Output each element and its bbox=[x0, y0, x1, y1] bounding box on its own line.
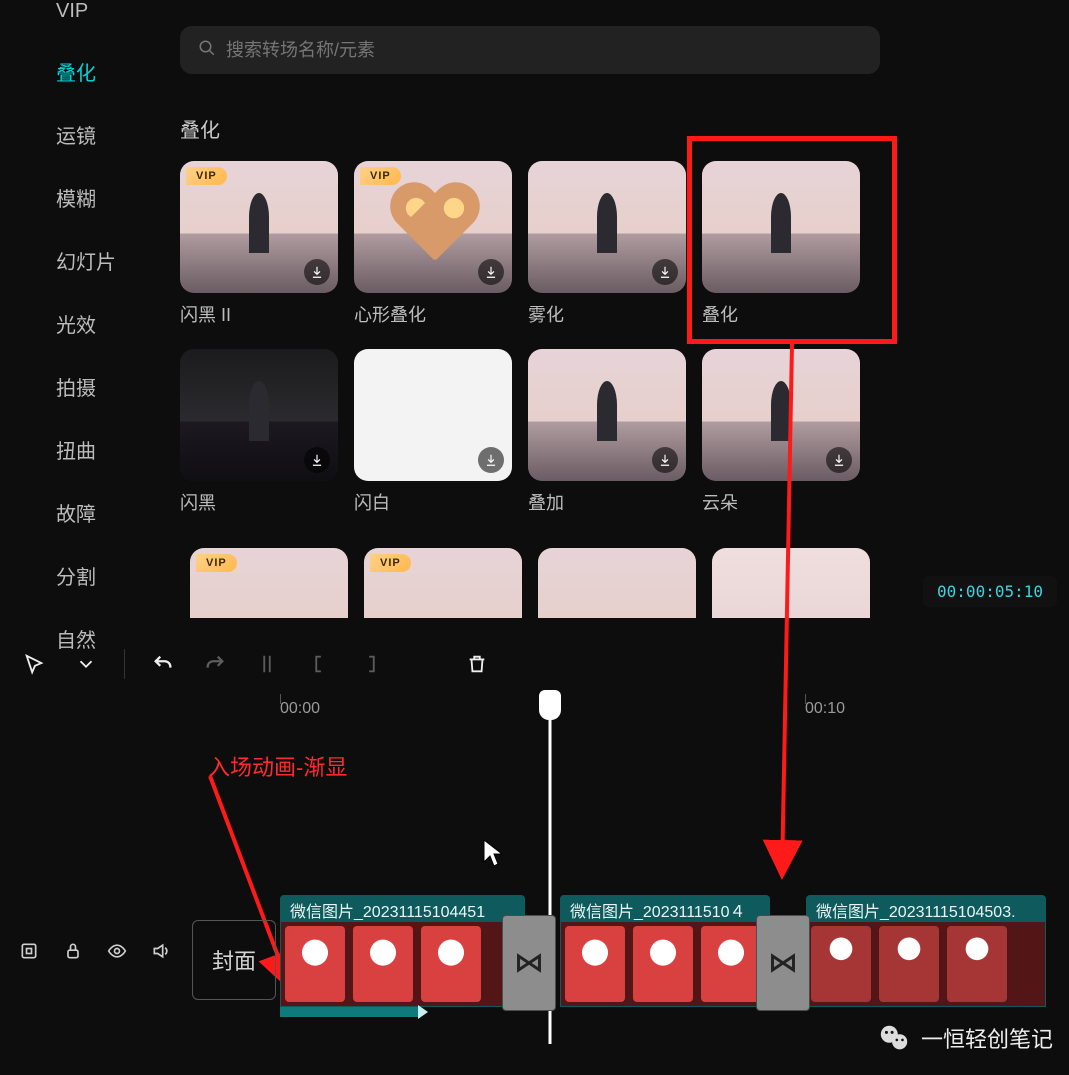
redo-icon[interactable] bbox=[201, 650, 229, 678]
clip-name: 微信图片_2023111510４ bbox=[560, 895, 770, 921]
category-sidebar: VIP 叠化 运镜 模糊 幻灯片 光效 拍摄 扭曲 故障 分割 自然 bbox=[0, 0, 160, 616]
vip-badge: VIP bbox=[186, 167, 227, 185]
transition-tile[interactable]: 叠加 bbox=[528, 349, 686, 515]
transition-tile[interactable]: 闪白 bbox=[354, 349, 512, 515]
eye-icon[interactable] bbox=[104, 938, 130, 964]
vip-badge: VIP bbox=[196, 554, 237, 572]
wechat-icon bbox=[877, 1021, 911, 1055]
transition-label: 闪黑 bbox=[180, 489, 338, 515]
sidebar-item-slideshow[interactable]: 幻灯片 bbox=[56, 246, 160, 275]
search-icon bbox=[198, 39, 216, 62]
mouse-cursor-icon bbox=[482, 838, 506, 868]
clip-name: 微信图片_20231115104451 bbox=[280, 895, 525, 921]
transitions-panel: 叠化 VIP 闪黑 II VIP 心形叠化 bbox=[160, 0, 1069, 616]
transition-label: 云朵 bbox=[702, 489, 860, 515]
chevron-down-icon[interactable] bbox=[72, 650, 100, 678]
effect-range-bar[interactable] bbox=[280, 1007, 420, 1017]
lock-icon[interactable] bbox=[60, 938, 86, 964]
download-icon[interactable] bbox=[304, 259, 330, 285]
transition-tile[interactable]: 云朵 bbox=[702, 349, 860, 515]
search-input[interactable] bbox=[226, 40, 862, 61]
clip[interactable] bbox=[560, 921, 770, 1007]
transition-tile[interactable]: VIP 心形叠化 bbox=[354, 161, 512, 327]
watermark: 一恒轻创笔记 bbox=[877, 1021, 1053, 1055]
transition-label: 叠化 bbox=[702, 301, 860, 327]
sidebar-item-light[interactable]: 光效 bbox=[56, 309, 160, 338]
bracket-right-icon[interactable] bbox=[357, 650, 385, 678]
sidebar-item-vip[interactable]: VIP bbox=[56, 0, 160, 23]
clip[interactable] bbox=[280, 921, 525, 1007]
transition-label: 雾化 bbox=[528, 301, 686, 327]
watermark-text: 一恒轻创笔记 bbox=[921, 1022, 1053, 1054]
vip-badge: VIP bbox=[360, 167, 401, 185]
sidebar-item-camera[interactable]: 运镜 bbox=[56, 120, 160, 149]
split-icon[interactable] bbox=[253, 650, 281, 678]
sidebar-item-blur[interactable]: 模糊 bbox=[56, 183, 160, 212]
transition-label: 叠加 bbox=[528, 489, 686, 515]
video-track[interactable]: 微信图片_20231115104451 微信图片_2023111510４ 微信图… bbox=[280, 895, 1061, 1021]
transition-tile[interactable]: 闪黑 bbox=[180, 349, 338, 515]
download-icon[interactable] bbox=[652, 447, 678, 473]
timeline-ruler[interactable]: 00:00 00:10 bbox=[180, 694, 1069, 734]
section-title: 叠化 bbox=[180, 114, 1049, 143]
bracket-left-icon[interactable] bbox=[305, 650, 333, 678]
cursor-tool-icon[interactable] bbox=[20, 650, 48, 678]
transition-tile[interactable] bbox=[712, 548, 870, 618]
transition-label: 心形叠化 bbox=[354, 301, 512, 327]
search-box[interactable] bbox=[180, 26, 880, 74]
transition-tile[interactable]: VIP bbox=[364, 548, 522, 618]
timeline-toolbar bbox=[0, 634, 1069, 694]
speaker-icon[interactable] bbox=[148, 938, 174, 964]
sidebar-item-distort[interactable]: 扭曲 bbox=[56, 435, 160, 464]
playhead[interactable] bbox=[539, 690, 561, 720]
download-icon[interactable] bbox=[478, 259, 504, 285]
transition-tile[interactable]: VIP 闪黑 II bbox=[180, 161, 338, 327]
sidebar-item-glitch[interactable]: 故障 bbox=[56, 498, 160, 527]
ruler-tick-label: 00:10 bbox=[805, 700, 845, 717]
transition-tile[interactable] bbox=[538, 548, 696, 618]
clip[interactable] bbox=[806, 921, 1046, 1007]
transitions-grid: VIP 闪黑 II VIP 心形叠化 雾化 叠化 bbox=[180, 161, 1049, 515]
transition-tile-highlighted[interactable]: 叠化 bbox=[702, 161, 860, 327]
track-controls bbox=[16, 938, 174, 964]
download-icon[interactable] bbox=[826, 447, 852, 473]
undo-icon[interactable] bbox=[149, 650, 177, 678]
clip-name: 微信图片_20231115104503. bbox=[806, 895, 1046, 921]
sidebar-item-dissolve[interactable]: 叠化 bbox=[56, 57, 160, 86]
download-icon[interactable] bbox=[304, 447, 330, 473]
sidebar-item-split[interactable]: 分割 bbox=[56, 561, 160, 590]
transition-handle[interactable] bbox=[756, 915, 810, 1011]
transition-handle[interactable] bbox=[502, 915, 556, 1011]
transition-label: 闪黑 II bbox=[180, 301, 338, 327]
transition-tile[interactable]: VIP bbox=[190, 548, 348, 618]
cover-button[interactable]: 封面 bbox=[192, 920, 276, 1000]
download-icon[interactable] bbox=[652, 259, 678, 285]
delete-icon[interactable] bbox=[463, 650, 491, 678]
ruler-tick-label: 00:00 bbox=[280, 700, 320, 717]
timecode-display: 00:00:05:10 bbox=[923, 576, 1057, 607]
sidebar-item-shoot[interactable]: 拍摄 bbox=[56, 372, 160, 401]
vip-badge: VIP bbox=[370, 554, 411, 572]
transition-label: 闪白 bbox=[354, 489, 512, 515]
download-icon[interactable] bbox=[478, 447, 504, 473]
preview-icon[interactable] bbox=[16, 938, 42, 964]
annotation-text: 入场动画-渐显 bbox=[208, 750, 347, 782]
transition-tile[interactable]: 雾化 bbox=[528, 161, 686, 327]
transitions-grid-overflow: VIP VIP bbox=[190, 548, 890, 618]
